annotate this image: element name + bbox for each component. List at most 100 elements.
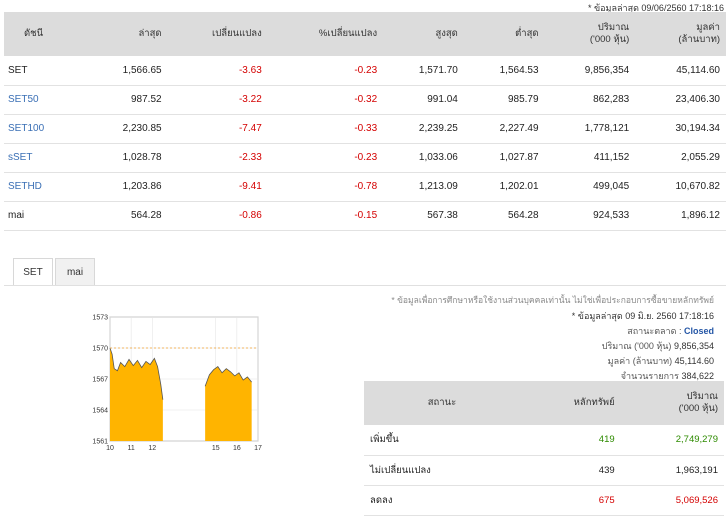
deals-value: 384,622 bbox=[681, 371, 714, 381]
cell-low: 564.28 bbox=[463, 201, 545, 231]
cell-volume: 862,283 bbox=[544, 85, 636, 115]
x-tick-label: 16 bbox=[233, 445, 241, 452]
cell-value: 2,055.29 bbox=[635, 143, 726, 173]
cell-last: 1,566.65 bbox=[86, 56, 168, 86]
cell-pct-change: -0.78 bbox=[267, 172, 384, 202]
index-link-sethd[interactable]: SETHD bbox=[4, 172, 87, 202]
table-row: ไม่เปลี่ยนแปลง 439 1,963,191 bbox=[364, 455, 724, 486]
cell-high: 1,213.09 bbox=[383, 172, 464, 202]
value-value: 45,114.60 bbox=[674, 356, 714, 366]
x-tick-label: 17 bbox=[254, 445, 262, 452]
cell-last: 2,230.85 bbox=[86, 114, 168, 144]
cell-volume: 924,533 bbox=[544, 201, 636, 231]
market-status-label: สถานะตลาด : bbox=[627, 326, 682, 336]
cell-change: -3.22 bbox=[167, 85, 268, 115]
tab-mai[interactable]: mai bbox=[55, 258, 95, 286]
table-row: sSET 1,028.78 -2.33 -0.23 1,033.06 1,027… bbox=[4, 143, 726, 173]
col-volume-label: ปริมาณ ('000 หุ้น) bbox=[589, 22, 630, 45]
disclaimer-text: * ข้อมูลเพื่อการศึกษาหรือใช้งานส่วนบุคคล… bbox=[391, 295, 714, 305]
market-status: สถานะตลาด : Closed bbox=[627, 324, 714, 338]
cell-high: 2,239.25 bbox=[383, 114, 464, 144]
cell-value: 30,194.34 bbox=[635, 114, 726, 144]
col-pct-change: %เปลี่ยนแปลง bbox=[267, 12, 384, 56]
cell-low: 985.79 bbox=[463, 85, 545, 115]
breadth-status: ลดลง bbox=[364, 485, 520, 516]
x-tick-label: 10 bbox=[106, 445, 114, 452]
x-tick-label: 11 bbox=[128, 445, 135, 452]
volume-row: ปริมาณ ('000 หุ้น) 9,856,354 bbox=[602, 339, 714, 353]
col-value-label: มูลค่า (ล้านบาท) bbox=[678, 22, 720, 45]
intraday-chart: 1573157015671564156110 11 12 15 16 17 bbox=[92, 315, 262, 453]
col-volume: ปริมาณ ('000 หุ้น) bbox=[544, 12, 636, 56]
table-row: SET100 2,230.85 -7.47 -0.33 2,239.25 2,2… bbox=[4, 114, 726, 144]
y-tick-label: 1564 bbox=[92, 408, 108, 415]
col-securities: หลักทรัพย์ bbox=[519, 381, 621, 425]
table-row: mai 564.28 -0.86 -0.15 567.38 564.28 924… bbox=[4, 201, 726, 231]
col-high: สูงสุด bbox=[383, 12, 464, 56]
cell-pct-change: -0.33 bbox=[267, 114, 384, 144]
cell-value: 1,896.12 bbox=[635, 201, 726, 231]
breadth-volume: 1,963,191 bbox=[620, 455, 724, 486]
cell-change: -2.33 bbox=[167, 143, 268, 173]
index-link-set50[interactable]: SET50 bbox=[4, 85, 87, 115]
volume-label: ปริมาณ ('000 หุ้น) bbox=[601, 341, 672, 351]
col-index: ดัชนี bbox=[4, 12, 87, 56]
cell-change: -3.63 bbox=[167, 56, 268, 86]
table-row: SET 1,566.65 -3.63 -0.23 1,571.70 1,564.… bbox=[4, 56, 726, 86]
breadth-count: 675 bbox=[519, 485, 621, 516]
cell-pct-change: -0.23 bbox=[267, 143, 384, 173]
cell-change: -0.86 bbox=[167, 201, 268, 231]
y-tick-label: 1573 bbox=[92, 315, 108, 322]
index-link-sset[interactable]: sSET bbox=[4, 143, 87, 173]
col-value: มูลค่า (ล้านบาท) bbox=[635, 12, 726, 56]
market-status-value: Closed bbox=[683, 326, 714, 336]
cell-volume: 411,152 bbox=[544, 143, 636, 173]
y-tick-label: 1567 bbox=[92, 377, 108, 384]
cell-low: 1,564.53 bbox=[463, 56, 545, 86]
cell-value: 45,114.60 bbox=[635, 56, 726, 86]
market-tabs: SET mai bbox=[13, 258, 97, 286]
cell-volume: 499,045 bbox=[544, 172, 636, 202]
updated-text: * ข้อมูลล่าสุด 09 มิ.ย. 2560 17:18:16 bbox=[571, 311, 714, 321]
index-link-set100[interactable]: SET100 bbox=[4, 114, 87, 144]
index-table: ดัชนี ล่าสุด เปลี่ยนแปลง %เปลี่ยนแปลง สู… bbox=[4, 12, 726, 231]
breadth-volume: 5,069,526 bbox=[620, 485, 724, 516]
col-low: ต่ำสุด bbox=[463, 12, 545, 56]
cell-last: 987.52 bbox=[86, 85, 168, 115]
volume-value: 9,856,354 bbox=[673, 341, 714, 351]
cell-change: -7.47 bbox=[167, 114, 268, 144]
x-tick-label: 12 bbox=[148, 445, 156, 452]
x-tick-label: 15 bbox=[212, 445, 220, 452]
cell-volume: 1,778,121 bbox=[544, 114, 636, 144]
cell-value: 23,406.30 bbox=[635, 85, 726, 115]
tab-divider bbox=[4, 285, 726, 286]
breadth-count: 419 bbox=[519, 425, 621, 456]
value-row: มูลค่า (ล้านบาท) 45,114.60 bbox=[608, 354, 714, 368]
cell-pct-change: -0.15 bbox=[267, 201, 384, 231]
col-change: เปลี่ยนแปลง bbox=[167, 12, 268, 56]
cell-pct-change: -0.23 bbox=[267, 56, 384, 86]
cell-volume: 9,856,354 bbox=[544, 56, 636, 86]
cell-high: 1,033.06 bbox=[383, 143, 464, 173]
cell-high: 991.04 bbox=[383, 85, 464, 115]
table-row: ลดลง 675 5,069,526 bbox=[364, 485, 724, 516]
col-status: สถานะ bbox=[364, 381, 520, 425]
cell-last: 564.28 bbox=[86, 201, 168, 231]
breadth-status: ไม่เปลี่ยนแปลง bbox=[364, 455, 520, 486]
y-tick-label: 1570 bbox=[92, 346, 108, 353]
cell-value: 10,670.82 bbox=[635, 172, 726, 202]
table-row: SETHD 1,203.86 -9.41 -0.78 1,213.09 1,20… bbox=[4, 172, 726, 202]
cell-last: 1,028.78 bbox=[86, 143, 168, 173]
col-breadth-volume-label: ปริมาณ ('000 หุ้น) bbox=[678, 391, 718, 414]
cell-pct-change: -0.32 bbox=[267, 85, 384, 115]
index-name: SET bbox=[4, 56, 87, 86]
cell-last: 1,203.86 bbox=[86, 172, 168, 202]
cell-high: 1,571.70 bbox=[383, 56, 464, 86]
deals-label: จำนวนรายการ bbox=[620, 371, 679, 381]
tab-set[interactable]: SET bbox=[13, 258, 53, 286]
cell-high: 567.38 bbox=[383, 201, 464, 231]
breadth-status: เพิ่มขึ้น bbox=[364, 425, 520, 456]
cell-change: -9.41 bbox=[167, 172, 268, 202]
value-label: มูลค่า (ล้านบาท) bbox=[607, 356, 673, 366]
index-table-header: ดัชนี ล่าสุด เปลี่ยนแปลง %เปลี่ยนแปลง สู… bbox=[4, 12, 726, 56]
